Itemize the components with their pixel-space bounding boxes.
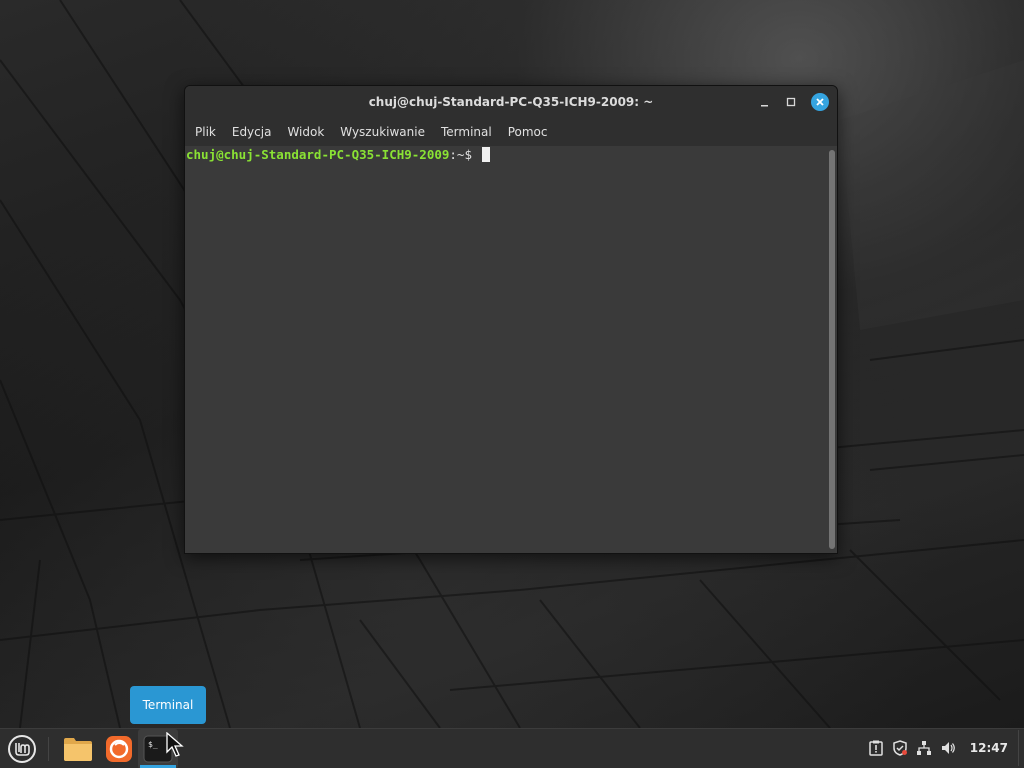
window-controls [755, 92, 829, 112]
volume-tray[interactable] [936, 728, 960, 768]
firefox-icon [106, 736, 132, 762]
terminal-icon-label: $_ [148, 740, 158, 749]
shield-tray[interactable] [888, 728, 912, 768]
scrollbar-thumb[interactable] [829, 150, 835, 549]
network-tray[interactable] [912, 728, 936, 768]
close-button[interactable] [811, 93, 829, 111]
minimize-icon [761, 105, 768, 107]
update-manager-icon [869, 740, 883, 756]
menu-terminal[interactable]: Terminal [433, 125, 500, 139]
main-menu-button[interactable] [2, 729, 42, 768]
system-tray: 12:47 [864, 728, 1024, 768]
minimize-button[interactable] [755, 92, 775, 112]
menu-help[interactable]: Pomoc [500, 125, 556, 139]
show-desktop-button[interactable] [1018, 730, 1024, 766]
menubar: Plik Edycja Widok Wyszukiwanie Terminal … [185, 118, 837, 146]
menu-edit[interactable]: Edycja [224, 125, 280, 139]
shield-icon [893, 740, 907, 756]
text-cursor [481, 147, 490, 162]
menu-view[interactable]: Widok [279, 125, 332, 139]
terminal-area[interactable]: chuj@chuj-Standard-PC-Q35-ICH9-2009:~$ [185, 146, 837, 553]
clock[interactable]: 12:47 [960, 741, 1024, 755]
terminal-window[interactable]: chuj@chuj-Standard-PC-Q35-ICH9-2009: ~ P… [184, 85, 838, 554]
terminal-scrollbar[interactable] [829, 150, 835, 549]
menu-search[interactable]: Wyszukiwanie [332, 125, 433, 139]
firefox-launcher[interactable] [99, 729, 139, 768]
close-icon [816, 98, 824, 106]
prompt-user-host: chuj@chuj-Standard-PC-Q35-ICH9-2009 [186, 147, 450, 162]
files-launcher[interactable] [58, 729, 98, 768]
maximize-button[interactable] [781, 92, 801, 112]
folder-icon [64, 738, 92, 761]
mint-logo-icon [8, 735, 36, 763]
update-manager-tray[interactable] [864, 728, 888, 768]
prompt-path: :~$ [449, 147, 480, 162]
window-titlebar[interactable]: chuj@chuj-Standard-PC-Q35-ICH9-2009: ~ [185, 86, 837, 118]
terminal-tooltip: Terminal [130, 686, 206, 724]
menu-file[interactable]: Plik [187, 125, 224, 139]
window-title: chuj@chuj-Standard-PC-Q35-ICH9-2009: ~ [368, 95, 654, 109]
mouse-pointer-icon [166, 732, 184, 757]
panel-separator [48, 737, 49, 761]
prompt-line: chuj@chuj-Standard-PC-Q35-ICH9-2009:~$ [186, 147, 490, 163]
maximize-icon [786, 97, 796, 107]
network-icon [916, 741, 931, 755]
volume-icon [941, 742, 955, 754]
